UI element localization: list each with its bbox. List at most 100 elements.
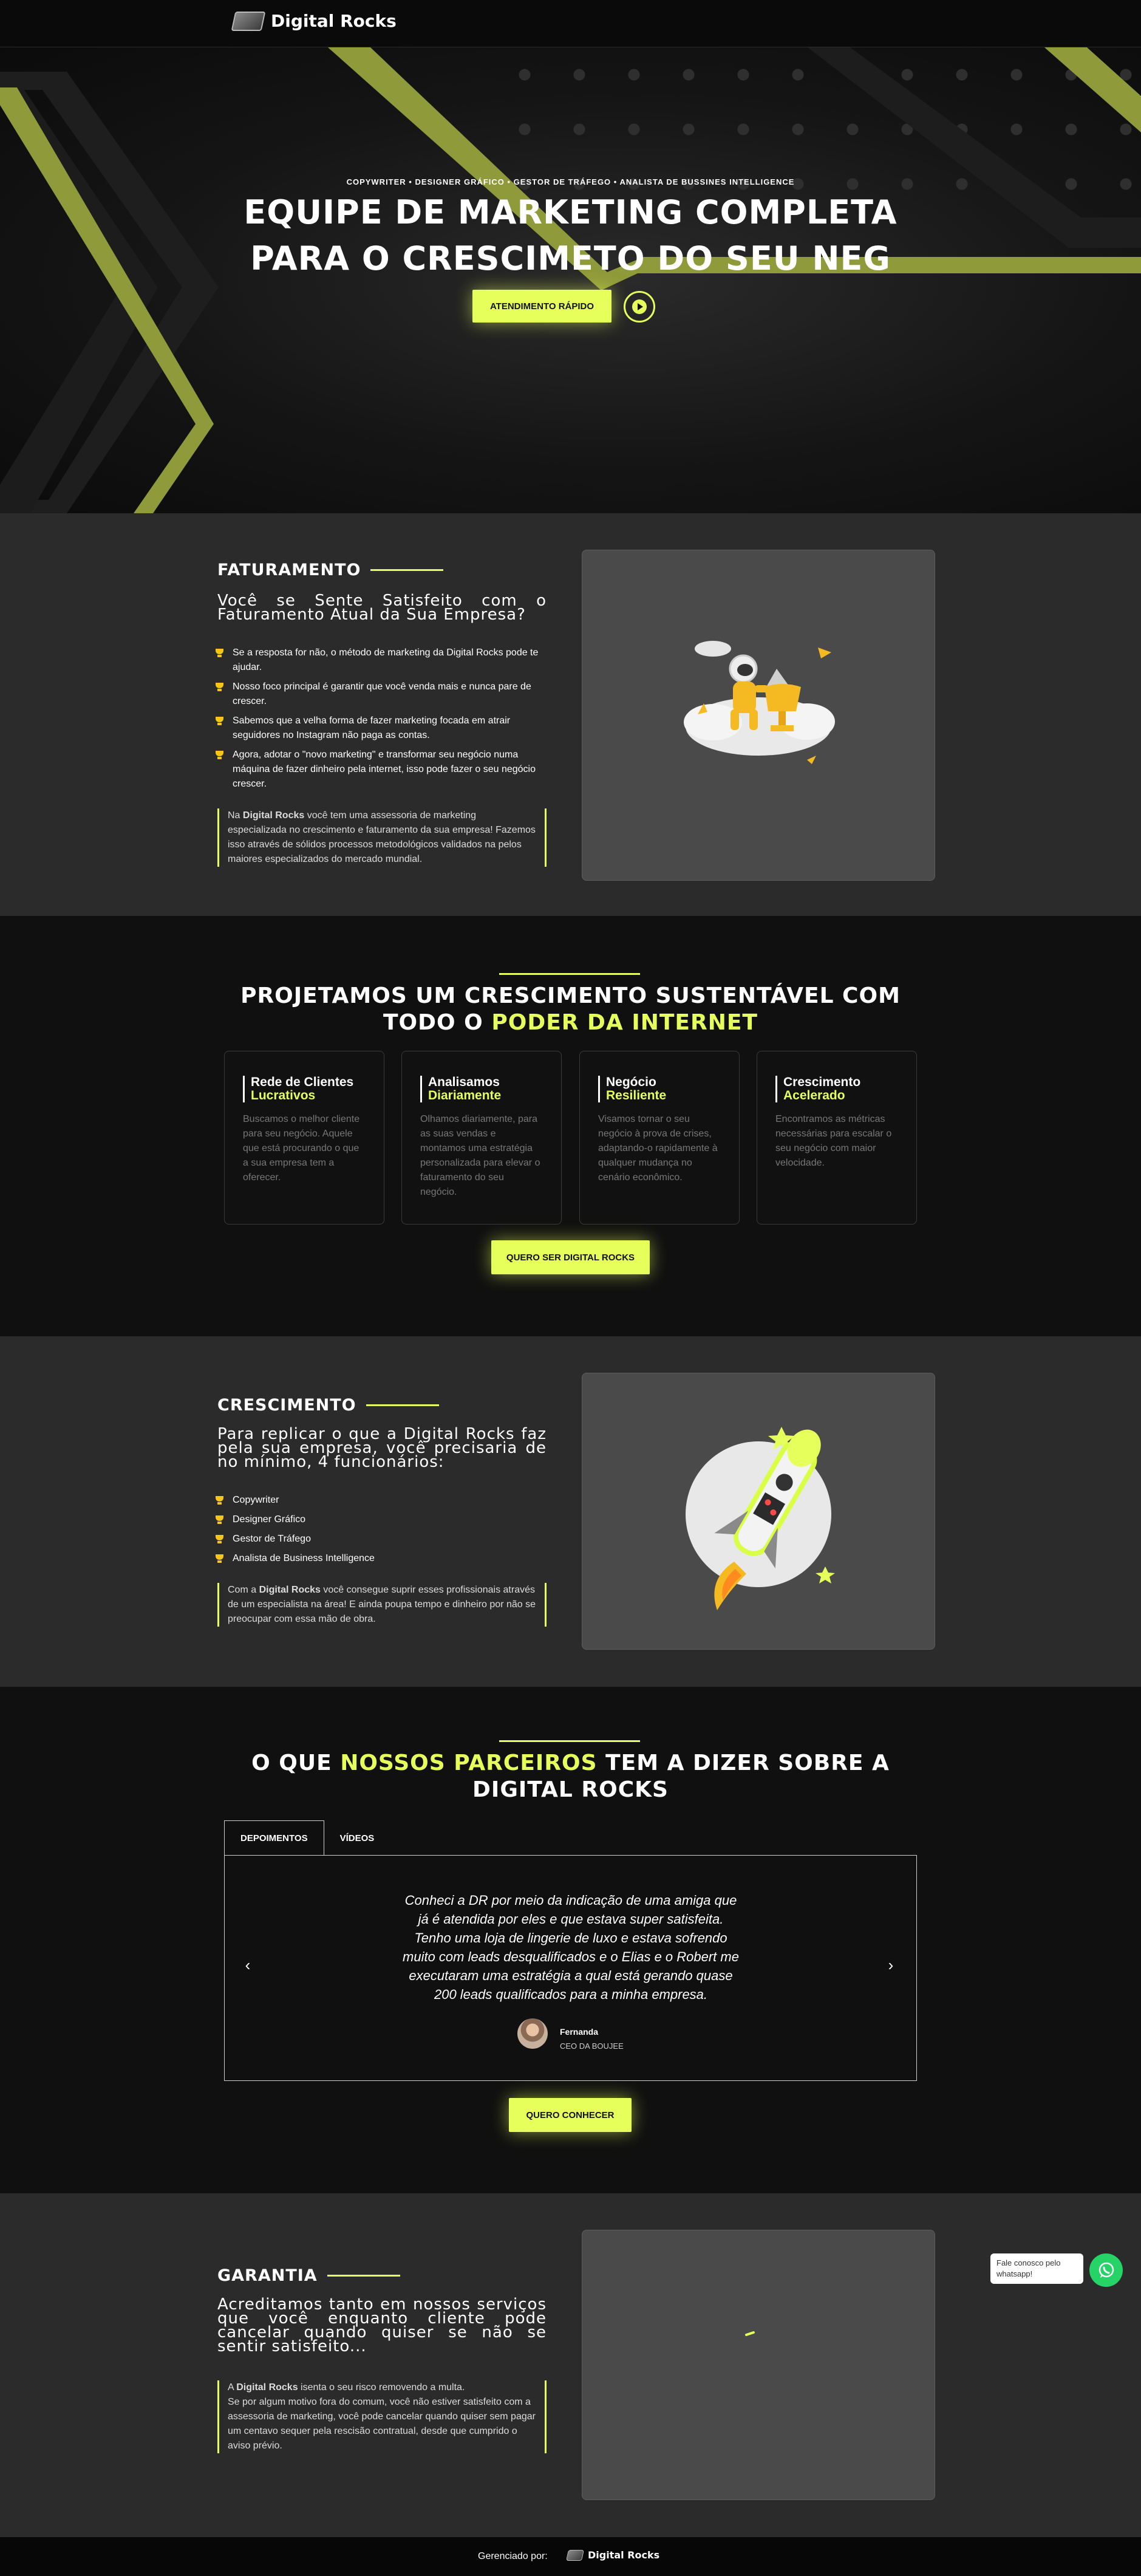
list-item: Agora, adotar o "novo marketing" e trans… — [215, 748, 547, 791]
list-item: Designer Gráfico — [215, 1512, 547, 1527]
testimonials-title-b: NOSSOS PARCEIROS — [340, 1751, 598, 1775]
bullet-text: Gestor de Tráfego — [233, 1534, 311, 1544]
play-icon — [632, 299, 647, 314]
list-item: Se a resposta for não, o método de marke… — [215, 646, 547, 675]
hero-tagline: COPYWRITER • DESIGNER GRÁFICO • GESTOR D… — [346, 177, 795, 186]
quero-ser-button[interactable]: QUERO SER DIGITAL ROCKS — [491, 1240, 650, 1274]
features-title-line1: PROJETAMOS UM CRESCIMENTO SUSTENTÁVEL CO… — [240, 983, 901, 1008]
header-brand: Digital Rocks — [271, 11, 397, 31]
heading-accent-line — [366, 1404, 439, 1406]
garantia-heading-text: GARANTIA — [217, 2266, 318, 2285]
feature-card-title-a: Rede de Clientes — [251, 1075, 354, 1089]
whatsapp-button[interactable] — [1089, 2253, 1123, 2287]
features-title: PROJETAMOS UM CRESCIMENTO SUSTENTÁVEL CO… — [0, 983, 1141, 1036]
astronaut-trophy-illustration — [684, 641, 835, 764]
list-item: Nosso foco principal é garantir que você… — [215, 680, 547, 709]
tab-videos[interactable]: VÍDEOS — [324, 1820, 390, 1856]
faturamento-bullet-list: Se a resposta for não, o método de marke… — [215, 646, 547, 796]
testimonial-quote: Conheci a DR por meio da indicação de um… — [403, 1893, 739, 2002]
hero-title-line1: EQUIPE DE MARKETING COMPLETA — [244, 193, 897, 231]
feature-card-text: Olhamos diariamente, para as suas vendas… — [420, 1114, 540, 1197]
feature-card: Negócio Resiliente Visamos tornar o seu n… — [579, 1051, 740, 1225]
whatsapp-bubble[interactable]: Fale conosco pelo whatsapp! — [990, 2253, 1083, 2284]
feature-card-title-a: Crescimento — [783, 1075, 861, 1089]
hero-play-button[interactable] — [624, 291, 655, 323]
bullet-text: Se a resposta for não, o método de marke… — [233, 647, 539, 672]
site-header: Digital Rocks — [0, 0, 1141, 47]
hero-decoration — [0, 47, 1141, 513]
faturamento-heading-text: FATURAMENTO — [217, 561, 361, 579]
note-text: isenta o seu risco removendo a multa. — [298, 2382, 465, 2393]
tab-depoimentos[interactable]: DEPOIMENTOS — [224, 1820, 324, 1856]
list-item: Copywriter — [215, 1493, 547, 1508]
heading-accent-line — [327, 2275, 400, 2277]
garantia-section: GARANTIA Acreditamos tanto em nossos ser… — [0, 2193, 1141, 2537]
site-footer: Gerenciado por: Digital Rocks — [0, 2537, 1141, 2576]
feature-card-title-a: Negócio — [606, 1075, 656, 1089]
testimonials-title-line2: DIGITAL ROCKS — [472, 1777, 669, 1802]
testimonials-accent-line — [499, 1740, 640, 1742]
bullet-text: Nosso foco principal é garantir que você… — [233, 682, 531, 706]
astronaut-illustration-card — [582, 550, 935, 881]
logo-mark — [231, 11, 266, 31]
whatsapp-bubble-line1: Fale conosco pelo — [996, 2258, 1061, 2267]
note-prefix: Na — [228, 810, 243, 821]
feature-card-title-b: Acelerado — [783, 1088, 845, 1102]
garantia-subtitle: Acreditamos tanto em nossos serviços que… — [217, 2295, 547, 2356]
list-item: Sabemos que a velha forma de fazer marke… — [215, 714, 547, 743]
footer-managed-by: Gerenciado por: — [478, 2551, 548, 2561]
note-brand: Digital Rocks — [236, 2382, 298, 2393]
testimonial-author-name: Fernanda — [560, 2027, 599, 2037]
rocket-illustration-card — [582, 1373, 935, 1650]
trophy-icon — [215, 751, 224, 760]
bullet-text: Agora, adotar o "novo marketing" e trans… — [233, 750, 536, 789]
feature-card-title-b: Resiliente — [606, 1088, 667, 1102]
garantia-note: A Digital Rocks isenta o seu risco remov… — [217, 2380, 547, 2453]
faturamento-section: FATURAMENTO Você se Sente Satisfeito com… — [0, 513, 1141, 916]
feature-card-text: Encontramos as métricas necessárias para… — [775, 1114, 892, 1168]
crescimento-heading: CRESCIMENTO — [217, 1396, 439, 1415]
faturamento-subtitle: Você se Sente Satisfeito com o Faturamen… — [217, 592, 547, 624]
hero-title-line2: PARA O CRESCIMETO DO SEU NEG — [250, 239, 891, 278]
note-prefix: Com a — [228, 1585, 259, 1595]
testimonial-tabs: DEPOIMENTOS VÍDEOS — [224, 1820, 390, 1856]
features-section: PROJETAMOS UM CRESCIMENTO SUSTENTÁVEL CO… — [0, 916, 1141, 1336]
crescimento-bullet-list: Copywriter Designer Gráfico Gestor de Tr… — [215, 1493, 547, 1571]
bullet-text: Analista de Business Intelligence — [233, 1553, 375, 1563]
testimonial-panel: ‹ › Conheci a DR por meio da indicação d… — [224, 1855, 917, 2081]
quero-conhecer-button[interactable]: QUERO CONHECER — [509, 2098, 632, 2132]
testimonial-author-role: CEO DA BOUJEE — [560, 2041, 624, 2051]
footer-logo[interactable]: Digital Rocks — [566, 2549, 659, 2561]
crescimento-section: CRESCIMENTO Para replicar o que a Digita… — [0, 1336, 1141, 1687]
trophy-icon — [215, 1554, 224, 1563]
chevron-left-icon[interactable]: ‹ — [240, 1956, 255, 1974]
header-logo[interactable]: Digital Rocks — [231, 11, 397, 31]
feature-card-title: Negócio Resiliente — [598, 1076, 666, 1102]
faturamento-heading: FATURAMENTO — [217, 561, 444, 579]
list-item: Analista de Business Intelligence — [215, 1551, 547, 1566]
trophy-icon — [215, 1535, 224, 1544]
crescimento-heading-text: CRESCIMENTO — [217, 1396, 356, 1415]
whatsapp-bubble-line2: whatsapp! — [996, 2269, 1033, 2278]
note-prefix: A — [228, 2382, 237, 2393]
loading-illustration — [745, 2331, 755, 2336]
chevron-right-icon[interactable]: › — [884, 1956, 898, 1974]
testimonials-title-a: O QUE — [251, 1751, 341, 1775]
crescimento-note: Com a Digital Rocks você consegue suprir… — [217, 1583, 547, 1627]
feature-card-title-a: Analisamos — [428, 1075, 500, 1089]
hero-cta-button[interactable]: ATENDIMENTO RÁPIDO — [472, 290, 611, 323]
list-item: Gestor de Tráfego — [215, 1532, 547, 1546]
garantia-media-card — [582, 2230, 935, 2500]
feature-card: Rede de Clientes Lucrativos Buscamos o me… — [224, 1051, 384, 1225]
note-brand: Digital Rocks — [242, 810, 305, 821]
feature-card-title: Crescimento Acelerado — [775, 1076, 860, 1102]
garantia-heading: GARANTIA — [217, 2266, 400, 2285]
avatar — [517, 2018, 548, 2049]
trophy-icon — [215, 683, 224, 692]
bullet-text: Sabemos que a velha forma de fazer marke… — [233, 716, 511, 740]
heading-accent-line — [370, 569, 444, 571]
trophy-icon — [215, 717, 224, 726]
whatsapp-icon — [1098, 2262, 1114, 2278]
feature-card: Analisamos Diariamente Olhamos diariament… — [401, 1051, 562, 1225]
crescimento-subtitle: Para replicar o que a Digital Rocks faz … — [217, 1425, 547, 1471]
